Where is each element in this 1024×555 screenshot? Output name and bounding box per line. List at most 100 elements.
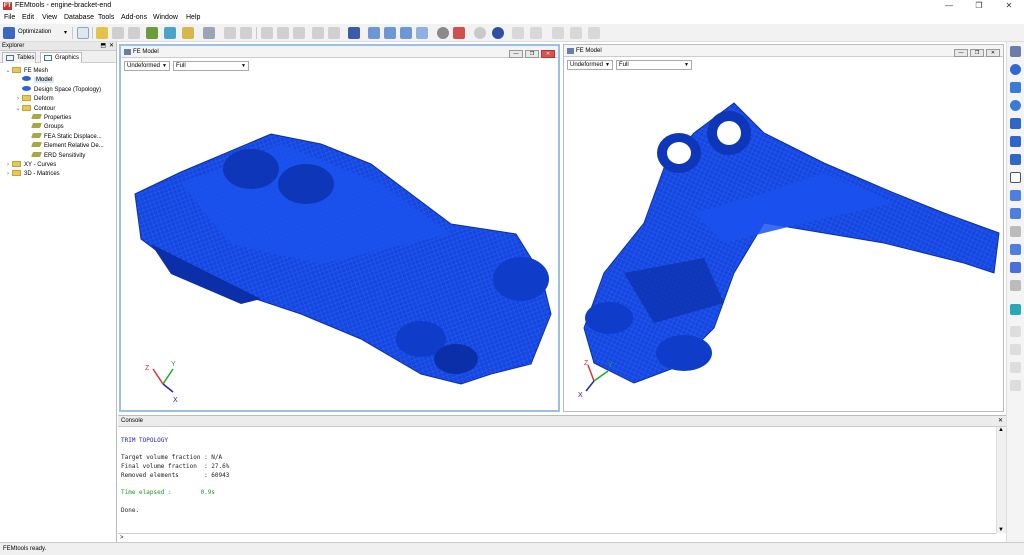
expander-icon[interactable]: ›: [4, 161, 12, 170]
console-input[interactable]: >: [118, 533, 996, 542]
measure-icon[interactable]: [1010, 344, 1021, 355]
tab-tables[interactable]: Tables: [2, 52, 36, 63]
deform-select[interactable]: Undeformed ▼: [567, 60, 613, 70]
grid-icon[interactable]: [530, 27, 542, 39]
print-icon[interactable]: [203, 27, 215, 39]
checklist-icon[interactable]: [453, 27, 465, 39]
tile-horizontal-icon[interactable]: [368, 27, 380, 39]
minimize-viewport-button[interactable]: —: [509, 50, 523, 58]
table-icon[interactable]: [512, 27, 524, 39]
tree-item[interactable]: Element Relative De...: [24, 142, 104, 151]
select-cursor-icon[interactable]: [1010, 304, 1021, 315]
view-iso-icon[interactable]: [1010, 190, 1021, 201]
viewport-right[interactable]: FE Model — ❐ ✕ Undeformed ▼ Full ▼ Z Y X: [563, 44, 1004, 412]
tree-item[interactable]: Groups: [24, 123, 64, 132]
close-console-icon[interactable]: ✕: [998, 416, 1003, 427]
zoom-icon[interactable]: [1010, 100, 1021, 111]
menu-view[interactable]: View: [42, 14, 57, 21]
clipboard-icon[interactable]: [588, 27, 600, 39]
matrix-icon[interactable]: [552, 27, 564, 39]
display-select[interactable]: Full ▼: [616, 60, 692, 70]
tree-item[interactable]: Properties: [24, 114, 71, 123]
tree-item[interactable]: › 3D - Matrices: [4, 170, 60, 179]
cascade-icon[interactable]: [400, 27, 412, 39]
probe-icon[interactable]: [1010, 326, 1021, 337]
fe-mesh-view[interactable]: Z Y X: [121, 74, 558, 410]
expander-icon[interactable]: ›: [14, 95, 22, 104]
export-icon[interactable]: [164, 27, 176, 39]
menu-window[interactable]: Window: [153, 14, 178, 21]
chart-icon[interactable]: [570, 27, 582, 39]
open-folder-icon[interactable]: [96, 27, 108, 39]
tile-vertical-icon[interactable]: [384, 27, 396, 39]
chevron-down-icon[interactable]: ▾: [64, 29, 67, 36]
fit-view-icon[interactable]: [1010, 136, 1021, 147]
zoom-window-icon[interactable]: [1010, 118, 1021, 129]
view-front-icon[interactable]: [1010, 172, 1021, 183]
tree-item[interactable]: Design Space (Topology): [14, 85, 101, 95]
scroll-up-icon[interactable]: ▲: [998, 427, 1004, 433]
undo-icon[interactable]: [224, 27, 236, 39]
minimize-viewport-button[interactable]: —: [954, 49, 968, 57]
import-icon[interactable]: [146, 27, 158, 39]
display-select[interactable]: Full ▼: [173, 61, 249, 71]
restore-viewport-button[interactable]: ❐: [525, 50, 539, 58]
optimization-button[interactable]: Optimization: [18, 29, 51, 35]
fe-mesh-view[interactable]: Z Y X: [564, 73, 1003, 411]
window-layout-icon[interactable]: [348, 27, 360, 39]
restore-viewport-button[interactable]: ❐: [970, 49, 984, 57]
grid-toggle-icon[interactable]: [1010, 380, 1021, 391]
menu-edit[interactable]: Edit: [22, 14, 34, 21]
minimize-button[interactable]: —: [934, 0, 964, 12]
deform-select[interactable]: Undeformed ▼: [124, 61, 170, 71]
perspective-icon[interactable]: [1010, 262, 1021, 273]
save-icon[interactable]: [112, 27, 124, 39]
viewport-left[interactable]: FE Model — ❐ ✕ Undeformed ▼ Full ▼ Z Y X: [119, 44, 560, 412]
stop-icon[interactable]: [437, 27, 449, 39]
menu-database[interactable]: Database: [64, 14, 94, 21]
axes-icon[interactable]: [1010, 46, 1021, 57]
menu-addons[interactable]: Add-ons: [121, 14, 147, 21]
new-document-icon[interactable]: [77, 27, 89, 39]
tree-item[interactable]: › XY - Curves: [4, 161, 56, 170]
save-all-icon[interactable]: [128, 27, 140, 39]
cut-icon[interactable]: [261, 27, 273, 39]
paste-icon[interactable]: [293, 27, 305, 39]
expander-icon[interactable]: ⌄: [14, 105, 22, 114]
window-icon[interactable]: [416, 27, 428, 39]
close-viewport-button[interactable]: ✕: [541, 50, 555, 58]
view-side-icon[interactable]: [1010, 208, 1021, 219]
view-top-icon[interactable]: [1010, 226, 1021, 237]
tree-item[interactable]: FEA Static Displace...: [24, 132, 102, 142]
pan-icon[interactable]: [1010, 82, 1021, 93]
refresh-icon[interactable]: [312, 27, 324, 39]
scroll-down-icon[interactable]: ▼: [998, 527, 1004, 533]
clip-icon[interactable]: [1010, 280, 1021, 291]
pin-icon[interactable]: ⬒: [100, 42, 106, 51]
close-panel-icon[interactable]: ✕: [109, 42, 114, 51]
expander-icon[interactable]: ›: [4, 170, 12, 179]
annotate-icon[interactable]: [1010, 362, 1021, 373]
tree-item[interactable]: › Deform: [14, 95, 54, 104]
tree-item[interactable]: Model: [14, 76, 55, 85]
report-icon[interactable]: [182, 27, 194, 39]
tree-item[interactable]: ⌄ Contour: [14, 104, 55, 114]
rotate-icon[interactable]: [1010, 64, 1021, 75]
menu-tools[interactable]: Tools: [98, 14, 114, 21]
close-window-button[interactable]: ✕: [994, 0, 1024, 12]
menu-help[interactable]: Help: [186, 14, 200, 21]
maximize-button[interactable]: ❐: [964, 0, 994, 12]
redo-icon[interactable]: [240, 27, 252, 39]
cancel-icon[interactable]: [474, 27, 486, 39]
tree-item[interactable]: ERD Sensitivity: [24, 151, 85, 161]
copy-icon[interactable]: [277, 27, 289, 39]
close-viewport-button[interactable]: ✕: [986, 49, 1000, 57]
expander-icon[interactable]: ⌄: [4, 67, 12, 76]
tree-item[interactable]: ⌄ FE Mesh: [4, 67, 48, 76]
tab-graphics[interactable]: Graphics: [40, 52, 82, 63]
help-icon[interactable]: [492, 27, 504, 39]
spin-icon[interactable]: [1010, 154, 1021, 165]
settings-icon[interactable]: [328, 27, 340, 39]
menu-file[interactable]: File: [4, 14, 15, 21]
view-bottom-icon[interactable]: [1010, 244, 1021, 255]
